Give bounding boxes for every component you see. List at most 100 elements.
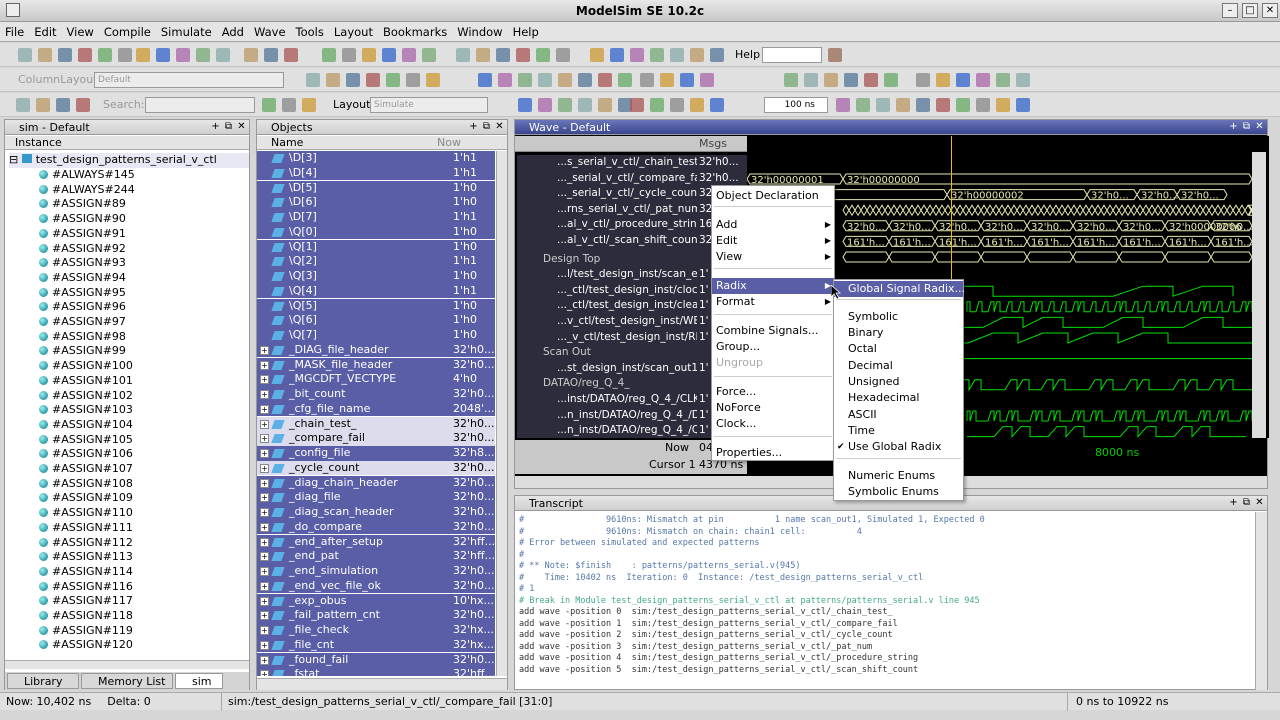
help-binoculars-icon[interactable] [828,48,842,62]
sim-instance-item[interactable]: #ASSIGN#106 [39,447,249,462]
menu-simulate[interactable]: Simulate [156,22,217,42]
toolbar-icon[interactable] [558,73,572,87]
toolbar-icon[interactable] [516,48,530,62]
sim-instance-item[interactable]: #ASSIGN#117 [39,594,249,609]
object-row[interactable]: \Q[4] 1'h1 [257,283,495,299]
toolbar-icon[interactable] [956,98,970,112]
object-row[interactable]: \D[6] 1'h0 [257,195,495,210]
toolbar-icon[interactable] [844,73,858,87]
wave-signal-name[interactable]: ..._ctl/test_design_inst/clear [517,298,697,314]
toolbar-icon[interactable] [578,73,592,87]
context-menu-item-properties[interactable]: Properties... [712,445,834,461]
sim-instance-item[interactable]: #ASSIGN#95 [39,286,249,301]
toolbar-icon[interactable] [590,48,604,62]
expand-icon[interactable]: + [260,596,269,606]
wave-group-header[interactable]: Scan Out [517,345,697,361]
toolbar-icon[interactable] [476,48,490,62]
toolbar-icon[interactable] [856,98,870,112]
expand-icon[interactable]: + [260,404,269,414]
wave-signal-name[interactable]: ...n_inst/DATAO/reg_Q_4_/Q [517,423,697,439]
object-row[interactable]: + _found_fail 32'h0... [257,652,495,668]
column-layout-select[interactable]: Default [94,72,284,88]
transcript-vscrollbar[interactable] [1255,512,1267,690]
object-row[interactable]: + _end_pat 32'hff... [257,549,495,564]
object-row[interactable]: + _fail_pattern_cnt 32'h0... [257,608,495,623]
expand-icon[interactable]: + [260,567,269,576]
toolbar-icon[interactable] [56,98,70,112]
toolbar-icon[interactable] [700,73,714,87]
object-row[interactable]: + _config_file 32'h8... [257,446,495,461]
object-row[interactable]: + _cycle_count 32'h0... [257,460,495,476]
toolbar-icon[interactable] [556,48,570,62]
sim-instance-item[interactable]: #ASSIGN#90 [39,212,249,227]
close-icon[interactable]: ✕ [1262,3,1278,18]
object-row[interactable]: + _MASK_file_header 32'h0... [257,357,495,373]
objects-hscrollbar[interactable] [257,678,507,690]
toolbar-icon[interactable] [630,98,644,112]
transcript-text[interactable]: # 9610ns: Mismatch at pin 1 name scan_ou… [515,515,1245,687]
sim-instance-item[interactable]: #ASSIGN#120 [39,638,249,653]
context-menu-item-add[interactable]: Add ▶ [712,217,834,233]
toolbar-icon[interactable] [402,48,416,62]
radix-item-hexadecimal[interactable]: Hexadecimal [834,390,963,406]
pane-undock-icon[interactable]: ⧉ [481,121,492,132]
expand-icon[interactable]: + [260,655,269,665]
layout-select[interactable]: Simulate [370,97,488,113]
sim-root-item[interactable]: ⊟ test_design_patterns_serial_v_ctl [9,153,249,168]
wave-group-header[interactable]: Design Top [517,252,697,268]
toolbar-icon[interactable] [382,48,396,62]
radix-item-time[interactable]: Time [834,423,963,439]
radix-item-symbolic-enums[interactable]: Symbolic Enums [834,484,963,500]
object-row[interactable]: \Q[5] 1'h0 [257,298,495,314]
toolbar-icon[interactable] [196,48,210,62]
context-menu-item-ungroup[interactable]: Ungroup [712,355,834,371]
menu-compile[interactable]: Compile [99,22,156,42]
object-row[interactable]: + _fstat 32'hff... [257,667,495,676]
sim-instance-item[interactable]: #ASSIGN#118 [39,609,249,624]
tab-memory-list[interactable]: Memory List [81,673,173,689]
wave-signal-name[interactable]: ..._serial_v_ctl/_compare_fail [517,171,697,187]
radix-item-use-global-radix[interactable]: ✔ Use Global Radix [834,439,963,455]
toolbar-icon[interactable] [956,73,970,87]
toolbar-icon[interactable] [518,98,532,112]
toolbar-icon[interactable] [498,73,512,87]
toolbar-icon[interactable] [98,48,112,62]
tab-library[interactable]: Library [7,673,79,689]
pane-dock-icon[interactable]: + [1228,121,1239,132]
wave-signal-name[interactable]: ...al_v_ctl/_scan_shift_count [517,233,697,249]
toolbar-icon[interactable] [322,48,336,62]
sim-instance-item[interactable]: #ASSIGN#94 [39,271,249,286]
sim-instance-item[interactable]: #ASSIGN#92 [39,242,249,257]
window-menu-icon[interactable] [6,3,20,17]
wave-vscrollbar[interactable] [1252,152,1266,438]
expand-icon[interactable]: + [260,508,269,517]
radix-item-decimal[interactable]: Decimal [834,358,963,374]
expand-icon[interactable]: + [260,640,269,650]
toolbar-icon[interactable] [386,73,400,87]
context-menu-item-noforce[interactable]: NoForce [712,400,834,416]
expand-icon[interactable]: + [260,522,269,532]
toolbar-icon[interactable] [784,73,798,87]
object-row[interactable]: + _chain_test_ 32'h0... [257,416,495,432]
sim-instance-item[interactable]: #ASSIGN#98 [39,330,249,345]
toolbar-icon[interactable] [244,48,258,62]
wave-signal-name[interactable]: ...n_inst/DATAO/reg_Q_4_/D [517,408,697,424]
wave-signal-name[interactable]: ...v_ctl/test_design_inst/WE [517,314,697,330]
object-row[interactable]: \Q[6] 1'h0 [257,313,495,328]
toolbar-icon[interactable] [916,98,930,112]
menu-edit[interactable]: Edit [29,22,61,42]
menu-tools[interactable]: Tools [291,22,329,42]
menu-view[interactable]: View [62,22,99,42]
sim-instance-item[interactable]: #ASSIGN#91 [39,227,249,242]
expand-icon[interactable]: + [260,478,269,488]
toolbar-icon[interactable] [302,98,316,112]
sim-instance-item[interactable]: #ASSIGN#112 [39,536,249,551]
toolbar-icon[interactable] [262,98,276,112]
menu-bookmarks[interactable]: Bookmarks [378,22,452,42]
wave-signal-name[interactable]: ...s_serial_v_ctl/_chain_test_ [517,155,697,171]
toolbar-icon[interactable] [18,48,32,62]
toolbar-icon[interactable] [710,48,724,62]
object-row[interactable]: \Q[3] 1'h0 [257,269,495,284]
toolbar-icon[interactable] [426,73,440,87]
sim-instance-item[interactable]: #ALWAYS#145 [39,168,249,183]
